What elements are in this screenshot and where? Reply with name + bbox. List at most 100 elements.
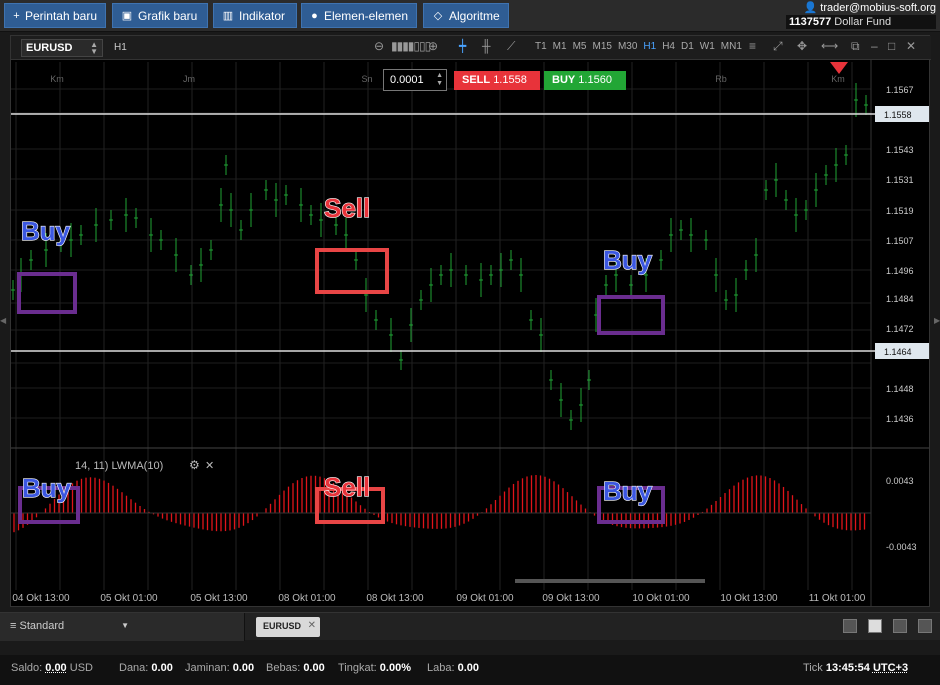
line-chart-icon[interactable]: ⟋ <box>507 39 515 54</box>
fit-icon[interactable]: ⟷ <box>821 39 838 53</box>
layout-grid-icon[interactable] <box>868 619 882 633</box>
saldo-value[interactable]: 0.00 <box>45 662 66 674</box>
tab-timeframe-h1[interactable]: H1 <box>640 41 659 52</box>
tab-timeframe-t1[interactable]: T1 <box>532 41 550 52</box>
maximize-icon[interactable]: □ <box>888 39 895 53</box>
workspace-select[interactable]: ≡ Standard ▼ <box>0 613 245 641</box>
tab-timeframe-mn1[interactable]: MN1 <box>718 41 745 52</box>
bars-icon: ▥ <box>222 10 234 22</box>
shapes-icon: ● <box>311 9 318 22</box>
chart-icon: ▣ <box>121 10 133 22</box>
indicator-label: 14, 11) LWMA(10) <box>75 460 163 472</box>
plus-icon: + <box>13 9 20 22</box>
price-tick-label: 1.1448 <box>886 384 914 394</box>
zoom-in-icon[interactable]: ⊕ <box>428 39 438 53</box>
gear-icon: ⚙ <box>189 458 200 472</box>
tab-timeframe-m1[interactable]: M1 <box>550 41 570 52</box>
candle-chart-icon[interactable]: ╫ <box>482 39 491 53</box>
zoom-out-icon[interactable]: ⊖ <box>374 39 384 53</box>
dana-label: Dana: <box>119 662 149 674</box>
new-chart-button[interactable]: ▣ Grafik baru <box>112 3 208 28</box>
laba-value: 0.00 <box>457 662 480 674</box>
indicator-menu-icon[interactable]: ≡ <box>749 39 756 53</box>
currency-label: USD <box>69 662 93 674</box>
account-info[interactable]: 👤 trader@mobius-soft.org 1137577 Dollar … <box>786 1 936 29</box>
new-order-button[interactable]: + Perintah baru <box>4 3 106 28</box>
tab-timeframe-m5[interactable]: M5 <box>570 41 590 52</box>
price-chart[interactable]: Km Jm Sn Rb Km 1.1567 1.1543 1.1531 1.1519 1.150… <box>11 60 929 606</box>
collapse-left-icon[interactable]: ◀ <box>0 316 6 326</box>
saldo-label: Saldo: <box>11 662 43 674</box>
layout-rows-icon[interactable] <box>918 619 932 633</box>
time-label: 05 Okt 01:00 <box>100 593 158 604</box>
draw-line-icon[interactable]: ⤢ <box>773 39 783 54</box>
bar-chart-icon[interactable]: ┿ <box>459 39 466 53</box>
tab-timeframe-m30[interactable]: M30 <box>615 41 640 52</box>
day-label: Sn <box>361 74 372 84</box>
timezone-select[interactable]: UTC+3 <box>873 662 908 674</box>
clock: 13:45:54 <box>825 662 870 674</box>
time-label: 04 Okt 13:00 <box>12 593 70 604</box>
day-label: Km <box>50 74 64 84</box>
time-label: 09 Okt 01:00 <box>456 593 514 604</box>
lower-level-price-label: 1.1464 <box>884 347 912 357</box>
price-tick-label: 1.1519 <box>886 206 914 216</box>
lot-size-input[interactable]: 0.0001 ▲ ▼ <box>383 69 447 91</box>
sell-annotation-label: Sell <box>324 193 370 223</box>
timeframe-bar: T1 M1 M5 M15 M30 H1 H4 D1 W1 MN1 <box>532 41 745 52</box>
tingkat-value: 0.00% <box>379 662 411 674</box>
zoom-slider[interactable]: ▮▮▮▮▯▯▯ <box>391 39 431 53</box>
price-tick-label: 1.1472 <box>886 324 914 334</box>
time-label: 10 Okt 13:00 <box>720 593 778 604</box>
sell-button[interactable]: SELL 1.1558 <box>454 71 540 90</box>
bebas-label: Bebas: <box>266 662 301 674</box>
indicators-button[interactable]: ▥ Indikator <box>213 3 297 28</box>
account-fund: Dollar Fund <box>834 16 892 28</box>
close-icon[interactable]: ✕ <box>906 39 916 53</box>
elements-button[interactable]: ● Elemen-elemen <box>301 3 417 28</box>
diamond-icon: ◇ <box>433 10 443 22</box>
sell-annotation-label: Sell <box>324 472 370 502</box>
buy-button[interactable]: BUY 1.1560 <box>544 71 626 90</box>
current-bar-marker <box>830 62 848 74</box>
close-icon: ✕ <box>205 460 214 472</box>
price-tick-label: 1.1507 <box>886 236 914 246</box>
algorithms-button[interactable]: ◇ Algoritme <box>423 3 509 28</box>
buy-annotation-label: Buy <box>603 476 653 506</box>
collapse-right-icon[interactable]: ▶ <box>934 316 940 326</box>
account-number: 1137577 <box>789 16 832 28</box>
account-email: trader@mobius-soft.org <box>820 2 936 14</box>
menu-icon: ≡ <box>10 620 17 632</box>
tab-timeframe-h4[interactable]: H4 <box>659 41 678 52</box>
spinner-icon: ▲ ▼ <box>90 40 98 56</box>
tab-eurusd[interactable]: EURUSD ✕ <box>256 617 320 637</box>
jaminan-value: 0.00 <box>232 662 255 674</box>
layout-columns-icon[interactable] <box>893 619 907 633</box>
detach-icon[interactable]: ⧉ <box>851 39 860 54</box>
indicator-tick-label: 0.0043 <box>886 476 914 486</box>
time-label: 08 Okt 13:00 <box>366 593 424 604</box>
layout-single-icon[interactable] <box>843 619 857 633</box>
user-icon: 👤 <box>803 2 818 14</box>
tab-timeframe-m15[interactable]: M15 <box>589 41 614 52</box>
minimize-icon[interactable]: – <box>871 39 878 53</box>
close-tab-icon[interactable]: ✕ <box>308 620 316 631</box>
top-toolbar: + Perintah baru ▣ Grafik baru ▥ Indikator ●… <box>0 0 940 32</box>
spinner-icon: ▲ ▼ <box>436 72 443 87</box>
day-label: Jm <box>183 74 195 84</box>
symbol-select[interactable]: EURUSD ▲ ▼ <box>21 39 103 57</box>
tab-timeframe-w1[interactable]: W1 <box>697 41 718 52</box>
time-label: 10 Okt 01:00 <box>632 593 690 604</box>
crosshair-icon[interactable]: ✥ <box>797 39 807 53</box>
price-tick-label: 1.1567 <box>886 85 914 95</box>
buy-zone-box <box>17 272 77 314</box>
time-label: 11 Okt 01:00 <box>809 593 866 604</box>
buy-zone-box <box>597 295 665 335</box>
chevron-down-icon: ▼ <box>121 621 129 630</box>
status-bar: Saldo: 0.00 USD Dana: 0.00 Jaminan: 0.00… <box>0 655 940 685</box>
indicator-tick-label: -0.0043 <box>886 542 917 552</box>
day-label: Rb <box>715 74 727 84</box>
workspace-bar: ≡ Standard ▼ EURUSD ✕ <box>0 612 940 641</box>
tab-timeframe-d1[interactable]: D1 <box>678 41 697 52</box>
time-label: 09 Okt 13:00 <box>542 593 600 604</box>
